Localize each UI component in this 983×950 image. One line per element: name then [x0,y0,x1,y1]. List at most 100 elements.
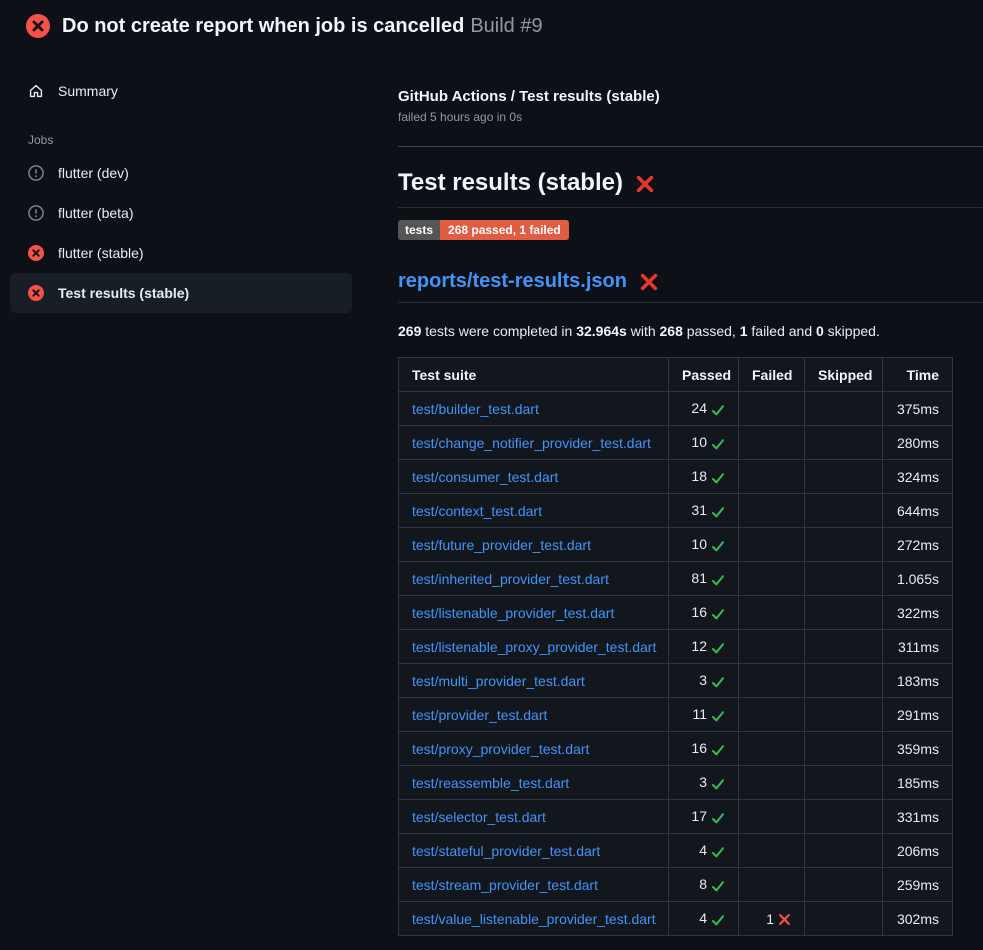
passed-count: 10 [691,536,707,552]
test-suite-link[interactable]: test/multi_provider_test.dart [412,673,585,689]
test-suite-link[interactable]: test/stateful_provider_test.dart [412,843,600,859]
cross-icon [778,913,791,926]
test-suite-link[interactable]: test/selector_test.dart [412,809,546,825]
check-icon [711,641,725,655]
skipped-cell [805,800,883,834]
suite-cell: test/listenable_proxy_provider_test.dart [399,630,669,664]
section-title-text: Test results (stable) [398,167,623,199]
sidebar-item-flutter-stable[interactable]: flutter (stable) [10,233,352,273]
job-label: flutter (stable) [58,245,144,261]
passed-cell: 16 [669,732,739,766]
table-row: test/multi_provider_test.dart 3 183ms [399,664,953,698]
failed-count: 1 [740,323,748,339]
passed-count: 4 [699,910,707,926]
suite-cell: test/stateful_provider_test.dart [399,834,669,868]
suite-cell: test/reassemble_test.dart [399,766,669,800]
x-circle-icon [28,285,44,301]
test-summary-line: 269 tests were completed in 32.964s with… [398,321,983,341]
time-cell: 185ms [883,766,953,800]
summary-text: failed and [748,323,817,339]
passed-count: 24 [691,400,707,416]
suite-cell: test/stream_provider_test.dart [399,868,669,902]
passed-count: 3 [699,672,707,688]
cross-mark-icon [635,167,655,199]
check-icon [711,811,725,825]
time-cell: 302ms [883,902,953,936]
test-suite-link[interactable]: test/reassemble_test.dart [412,775,569,791]
passed-cell: 3 [669,664,739,698]
report-file-link[interactable]: reports/test-results.json [398,266,627,296]
failed-cell [739,392,805,426]
suite-cell: test/provider_test.dart [399,698,669,732]
table-row: test/inherited_provider_test.dart811.065… [399,562,953,596]
skipped-cell [805,766,883,800]
suite-cell: test/change_notifier_provider_test.dart [399,426,669,460]
test-suite-link[interactable]: test/future_provider_test.dart [412,537,591,553]
passed-cell: 17 [669,800,739,834]
report-title: reports/test-results.json [398,266,983,303]
skipped-cell [805,664,883,698]
job-label: flutter (beta) [58,205,133,221]
failed-cell [739,494,805,528]
passed-count: 11 [692,706,707,722]
failed-status-icon [26,14,50,38]
test-suite-link[interactable]: test/inherited_provider_test.dart [412,571,609,587]
time-cell: 259ms [883,868,953,902]
test-suite-link[interactable]: test/listenable_provider_test.dart [412,605,614,621]
build-title-wrap: Do not create report when job is cancell… [62,15,543,38]
time-cell: 359ms [883,732,953,766]
summary-label: Summary [58,83,118,99]
failed-cell [739,766,805,800]
test-suite-link[interactable]: test/value_listenable_provider_test.dart [412,911,656,927]
passed-cell: 10 [669,426,739,460]
test-suite-link[interactable]: test/stream_provider_test.dart [412,877,598,893]
column-header: Skipped [805,358,883,392]
check-run-panel: GitHub Actions / Test results (stable) f… [362,52,983,936]
test-suite-link[interactable]: test/listenable_proxy_provider_test.dart [412,639,656,655]
build-header: Do not create report when job is cancell… [0,0,983,52]
check-icon [711,539,725,553]
failed-cell [739,698,805,732]
jobs-section-heading: Jobs [28,133,352,147]
test-suite-link[interactable]: test/change_notifier_provider_test.dart [412,435,651,451]
failed-cell [739,630,805,664]
test-suite-link[interactable]: test/provider_test.dart [412,707,547,723]
suite-cell: test/selector_test.dart [399,800,669,834]
passed-count: 81 [691,570,707,586]
skipped-cell [805,596,883,630]
table-row: test/future_provider_test.dart10272ms [399,528,953,562]
passed-cell: 24 [669,392,739,426]
column-header: Time [883,358,953,392]
sidebar-item-summary[interactable]: Summary [10,74,352,107]
skipped-cell [805,494,883,528]
time-cell: 206ms [883,834,953,868]
skipped-cell [805,868,883,902]
time-cell: 322ms [883,596,953,630]
total-count: 269 [398,323,421,339]
duration: 32.964s [576,323,627,339]
suite-cell: test/proxy_provider_test.dart [399,732,669,766]
skipped-cell [805,630,883,664]
time-cell: 291ms [883,698,953,732]
passed-count: 16 [691,604,707,620]
suite-cell: test/listenable_provider_test.dart [399,596,669,630]
status-line: failed 5 hours ago in 0s [398,110,983,124]
sidebar-item-flutter-dev[interactable]: flutter (dev) [10,153,352,193]
table-row: test/stream_provider_test.dart8259ms [399,868,953,902]
passed-count: 12 [691,638,707,654]
time-cell: 183ms [883,664,953,698]
sidebar-item-test-results-stable[interactable]: Test results (stable) [10,273,352,313]
breadcrumb: GitHub Actions / Test results (stable) [398,88,983,105]
test-suite-link[interactable]: test/proxy_provider_test.dart [412,741,589,757]
table-header-row: Test suitePassedFailedSkippedTime [399,358,953,392]
sidebar-item-flutter-beta[interactable]: flutter (beta) [10,193,352,233]
passed-count: 4 [699,842,707,858]
test-suite-link[interactable]: test/builder_test.dart [412,401,539,417]
test-suite-link[interactable]: test/consumer_test.dart [412,469,558,485]
passed-cell: 18 [669,460,739,494]
test-suite-link[interactable]: test/context_test.dart [412,503,542,519]
check-icon [711,437,725,451]
skipped-cell [805,834,883,868]
x-circle-icon [28,245,44,261]
passed-cell: 31 [669,494,739,528]
